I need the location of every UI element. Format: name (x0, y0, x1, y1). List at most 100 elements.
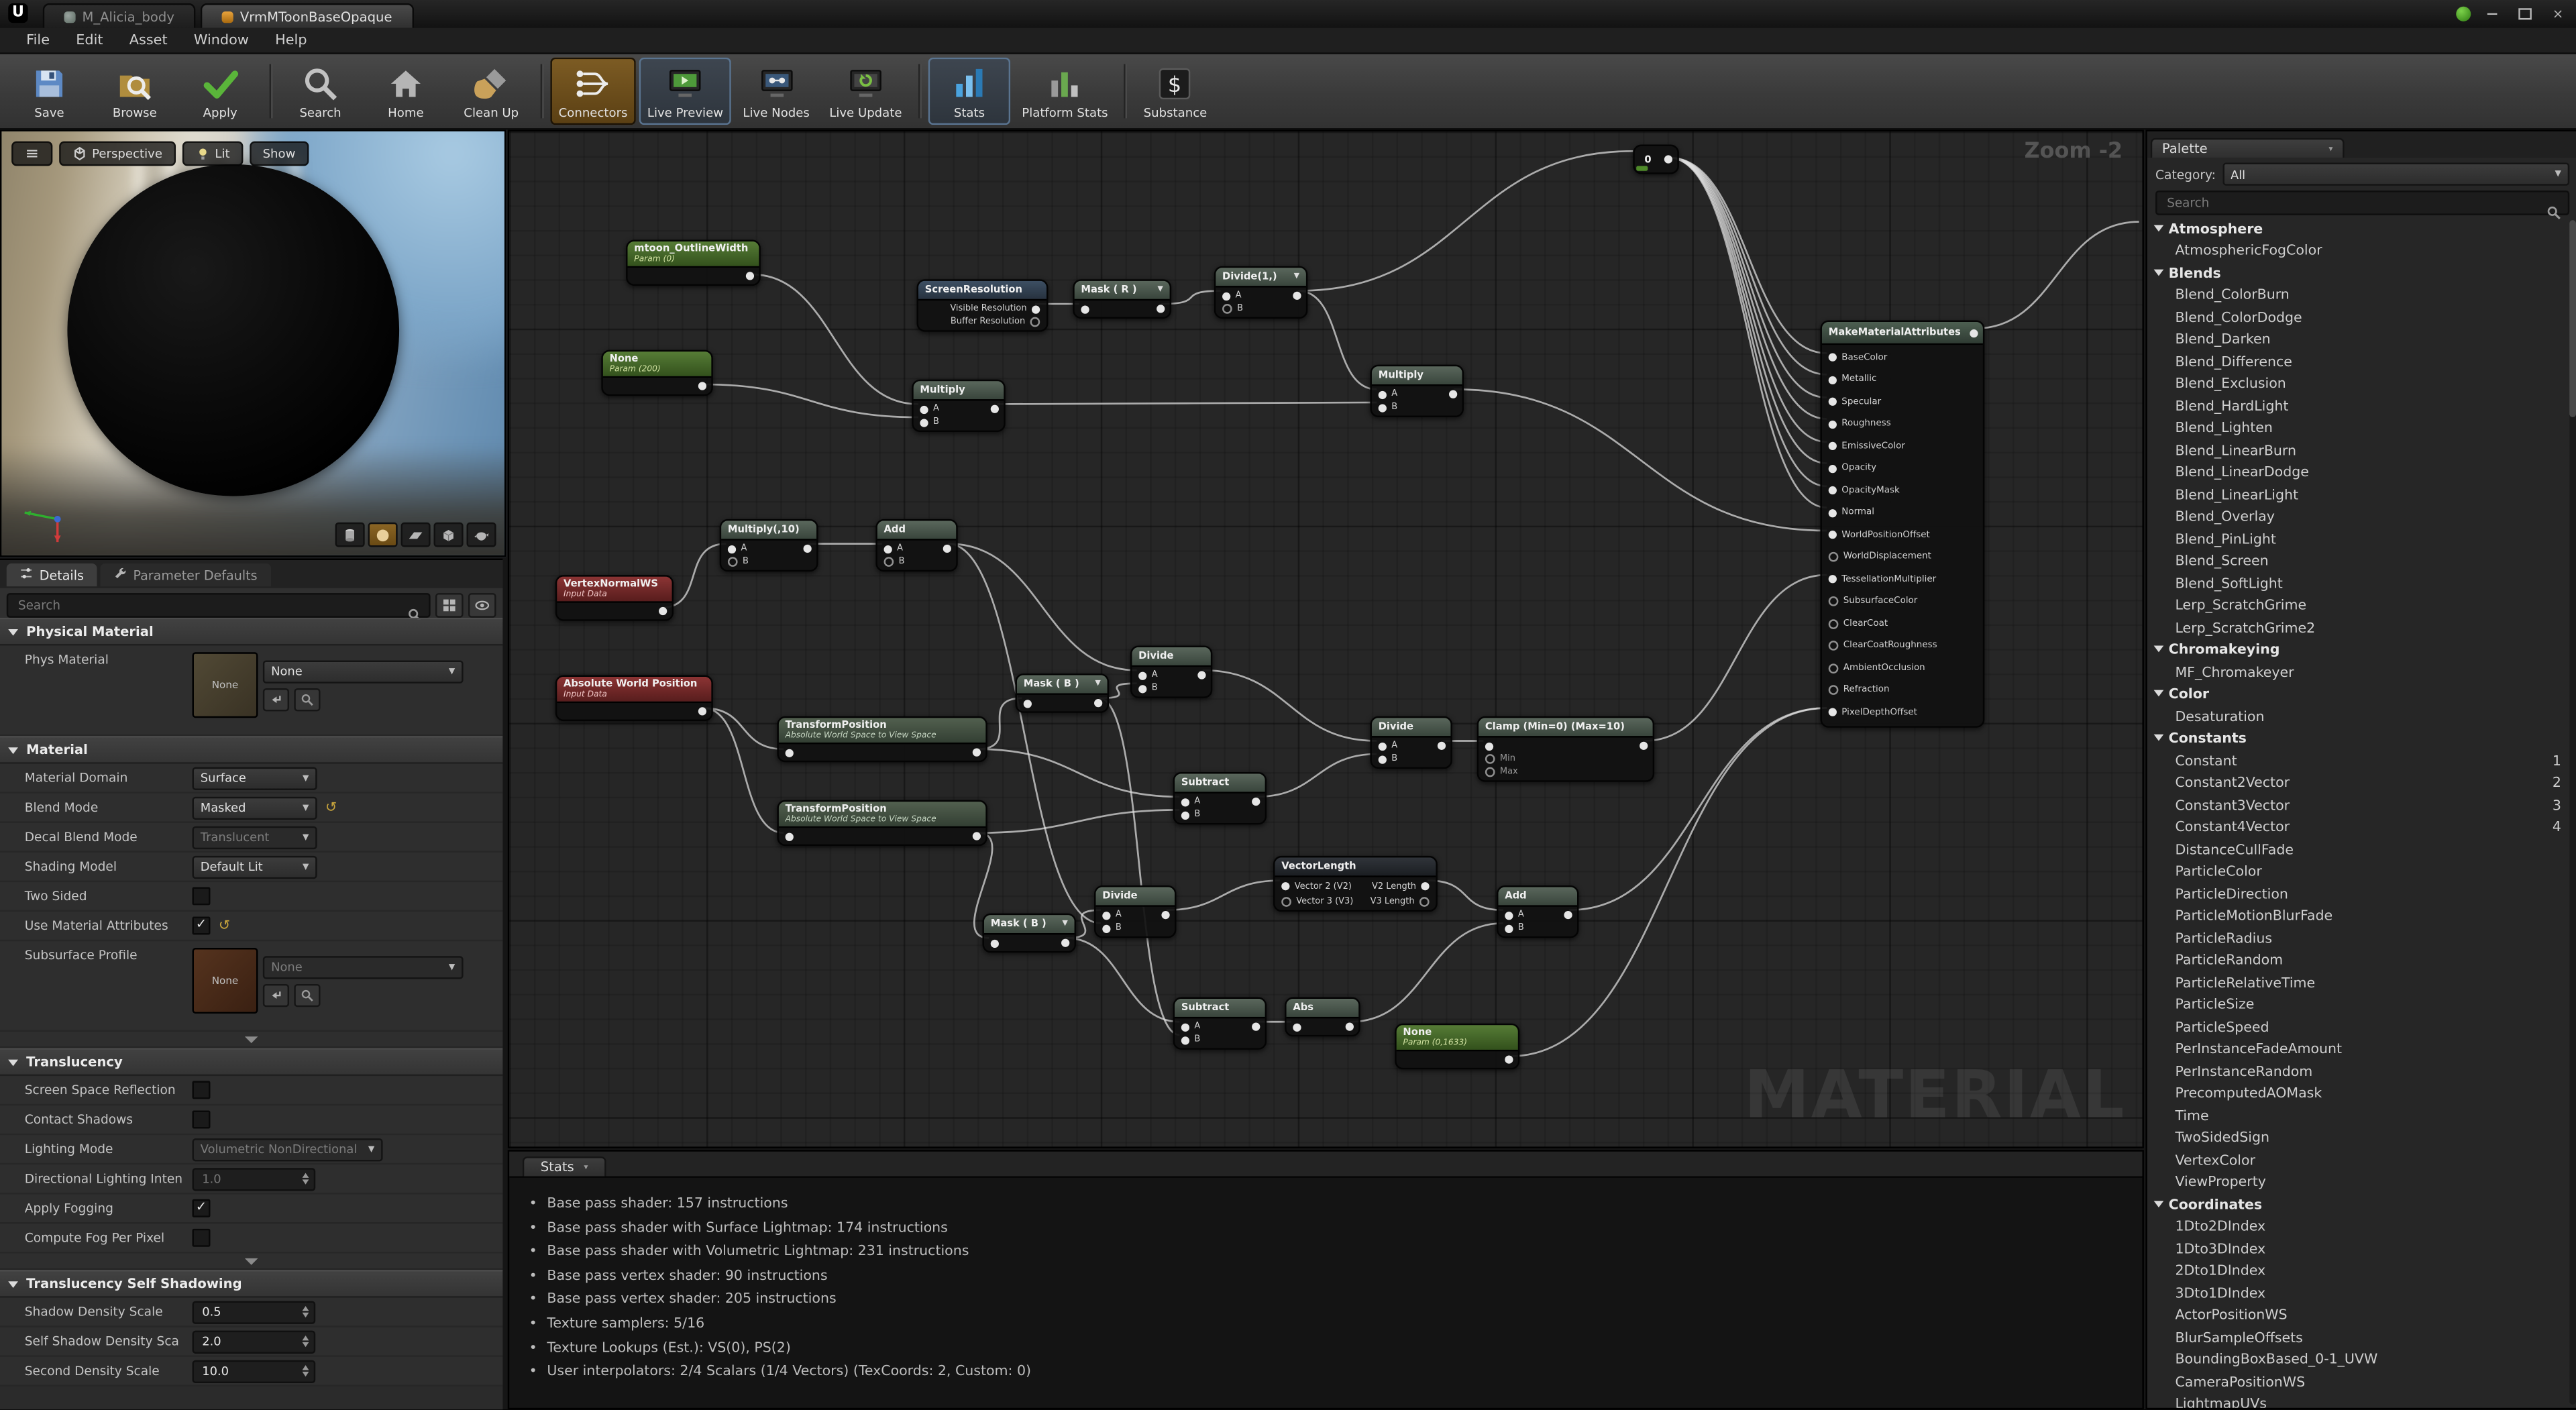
palette-item[interactable]: Desaturation (2147, 705, 2568, 727)
graph-node-multiply-10[interactable]: Multiply(,10)AB (720, 519, 818, 572)
dropdown-material-domain[interactable]: Surface▼ (193, 766, 317, 789)
graph-node-multiply-a[interactable]: MultiplyAB (912, 380, 1006, 432)
chevron-down-icon[interactable]: ▼ (1090, 680, 1101, 688)
palette-search-input[interactable] (2163, 194, 2546, 212)
graph-node-const-0[interactable]: 0 (1633, 145, 1679, 174)
palette-item[interactable]: Blend_Overlay (2147, 505, 2568, 527)
palette-item[interactable]: 1Dto3DIndex (2147, 1237, 2568, 1259)
palette-item[interactable]: BlurSampleOffsets (2147, 1325, 2568, 1348)
toolbar-button-search[interactable]: Search (279, 58, 361, 125)
document-tab-vrmmtoonbaseopaque[interactable]: VrmMToonBaseOpaque (201, 3, 413, 28)
preview-viewport[interactable]: PerspectiveLitShow (0, 129, 506, 557)
graph-node-vector-length[interactable]: VectorLengthVector 2 (V2)V2 LengthVector… (1273, 856, 1438, 912)
dropdown-decal-blend-mode[interactable]: Translucent▼ (193, 826, 317, 849)
palette-item[interactable]: Blend_SoftLight (2147, 572, 2568, 594)
toolbar-button-substance[interactable]: $Substance (1134, 58, 1216, 125)
input-pin[interactable] (786, 749, 794, 757)
show-advanced-button[interactable] (0, 1032, 502, 1048)
palette-item[interactable]: Blend_LinearDodge (2147, 461, 2568, 483)
input-pin[interactable] (1829, 442, 1837, 450)
input-pin[interactable] (1379, 390, 1387, 398)
toolbar-button-connectors[interactable]: Connectors (550, 58, 635, 125)
graph-node-divide-4[interactable]: DivideAB (1094, 885, 1176, 938)
graph-node-none-200[interactable]: NoneParam (200) (601, 350, 713, 396)
input-pin[interactable] (1829, 398, 1837, 406)
palette-item[interactable]: Blend_Exclusion (2147, 372, 2568, 394)
category-dropdown[interactable]: All ▼ (2222, 162, 2569, 185)
visibility-filter-button[interactable] (468, 593, 496, 618)
input-pin[interactable] (1379, 742, 1387, 750)
reset-to-default-icon[interactable]: ↺ (325, 801, 337, 814)
chevron-down-icon[interactable]: ▼ (1057, 920, 1068, 928)
checkbox-compute-fog-per-pixel[interactable] (193, 1229, 211, 1247)
input-pin[interactable] (1181, 798, 1189, 806)
palette-item[interactable]: Blend_LinearLight (2147, 483, 2568, 505)
palette-item[interactable]: Constant2Vector2 (2147, 771, 2568, 794)
palette-item[interactable]: Constant4Vector4 (2147, 816, 2568, 838)
input-pin[interactable] (1181, 1036, 1189, 1044)
input-pin[interactable] (1485, 767, 1495, 777)
input-pin[interactable] (1030, 317, 1040, 327)
output-pin[interactable] (659, 607, 667, 615)
output-pin[interactable] (1061, 939, 1069, 947)
input-pin[interactable] (1222, 304, 1232, 314)
input-pin[interactable] (1829, 376, 1837, 384)
unreal-logo-icon[interactable]: U (8, 3, 28, 23)
input-pin[interactable] (1485, 754, 1495, 764)
palette-item[interactable]: PerInstanceRandom (2147, 1060, 2568, 1082)
input-pin[interactable] (1829, 354, 1837, 362)
palette-item[interactable]: ParticleDirection (2147, 882, 2568, 904)
palette-item[interactable]: ParticleSpeed (2147, 1015, 2568, 1037)
graph-node-transform-position-1[interactable]: TransformPositionAbsolute World Space to… (777, 716, 987, 763)
toolbar-button-home[interactable]: Home (365, 58, 447, 125)
output-pin[interactable] (1293, 292, 1301, 300)
palette-item[interactable]: ParticleRandom (2147, 948, 2568, 971)
document-tab-m-alicia-body[interactable]: M_Alicia_body (43, 3, 196, 28)
output-pin[interactable] (973, 832, 981, 840)
update-badge-icon[interactable] (2456, 6, 2471, 21)
input-pin[interactable] (1829, 708, 1837, 716)
preview-shape-teapot-button[interactable] (467, 523, 496, 547)
asset-thumbnail[interactable]: None (193, 948, 258, 1014)
palette-category-coordinates[interactable]: Coordinates (2147, 1193, 2568, 1215)
browse-asset-button[interactable] (294, 983, 320, 1006)
menu-edit[interactable]: Edit (63, 32, 117, 48)
number-field-shadow-density-scale[interactable]: 0.5 (193, 1300, 316, 1323)
input-pin[interactable] (920, 418, 928, 426)
palette-item[interactable]: ActorPositionWS (2147, 1303, 2568, 1325)
menu-asset[interactable]: Asset (116, 32, 180, 48)
number-field-directional-lighting-inten[interactable]: 1.0 (193, 1167, 316, 1190)
input-pin[interactable] (1222, 292, 1230, 300)
input-pin[interactable] (1379, 403, 1387, 411)
input-pin[interactable] (884, 545, 892, 553)
input-pin[interactable] (1485, 742, 1493, 750)
input-pin[interactable] (920, 405, 928, 413)
input-pin[interactable] (1181, 1022, 1189, 1030)
input-pin[interactable] (728, 557, 738, 567)
input-pin[interactable] (1829, 576, 1837, 584)
graph-node-mask-b-1[interactable]: Mask ( B )▼ (1015, 673, 1109, 713)
input-pin[interactable] (1024, 699, 1032, 707)
output-pin[interactable] (1094, 699, 1102, 707)
input-pin[interactable] (1081, 305, 1089, 313)
toolbar-button-save[interactable]: Save (8, 58, 90, 125)
input-pin[interactable] (991, 939, 999, 947)
output-pin[interactable] (698, 382, 706, 390)
input-pin[interactable] (1102, 924, 1110, 932)
maximize-button[interactable] (2514, 3, 2536, 23)
output-pin[interactable] (943, 545, 951, 553)
input-pin[interactable] (1829, 686, 1839, 696)
graph-node-vertex-normal-ws[interactable]: VertexNormalWSInput Data (555, 575, 674, 621)
browse-asset-button[interactable] (294, 688, 320, 710)
close-button[interactable]: × (2546, 3, 2569, 23)
spinner-arrows[interactable] (303, 1365, 311, 1376)
graph-node-make-material-attributes[interactable]: MakeMaterialAttributesBaseColorMetallicS… (1820, 321, 1984, 727)
chevron-down-icon[interactable]: ▼ (1289, 273, 1299, 281)
output-pin[interactable] (1664, 155, 1672, 163)
palette-item[interactable]: MF_Chromakeyer (2147, 660, 2568, 682)
number-field-self-shadow-density-sca[interactable]: 2.0 (193, 1330, 316, 1352)
output-pin[interactable] (1505, 1055, 1513, 1063)
toolbar-button-platform-stats[interactable]: Platform Stats (1014, 58, 1116, 125)
palette-item[interactable]: Blend_Darken (2147, 328, 2568, 350)
palette-scrollbar[interactable] (2569, 220, 2576, 1405)
